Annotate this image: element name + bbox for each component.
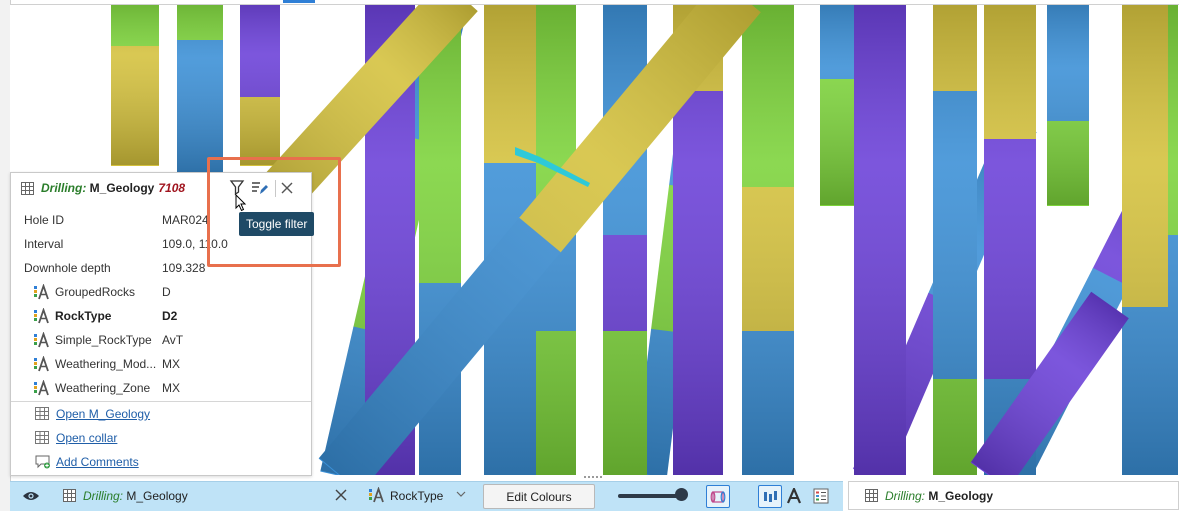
row-label: Hole ID (24, 213, 65, 227)
add-comments-link-row: Add Comments (11, 450, 311, 474)
drillhole-tube (111, 5, 159, 166)
row-value: D (162, 285, 171, 299)
active-tab-indicator (283, 0, 315, 3)
label-a-icon (786, 487, 802, 503)
colour-column-select[interactable]: RockType (390, 489, 443, 503)
comment-add-icon (35, 455, 50, 469)
row-value: AvT (162, 333, 184, 347)
row-grouped-rocks: GroupedRocks D (11, 280, 311, 304)
toggle-filter-tooltip: Toggle filter (239, 212, 315, 236)
object-name: M_Geology (126, 489, 188, 503)
open-collar-link[interactable]: Open collar (56, 431, 117, 445)
chevron-down-icon[interactable] (456, 491, 466, 497)
row-value: MAR024 (162, 213, 209, 227)
remove-from-scene-icon[interactable] (333, 487, 349, 503)
row-value: 109.328 (162, 261, 206, 275)
selected-object-name: Drilling: M_Geology (885, 489, 993, 503)
add-comments-link[interactable]: Add Comments (56, 455, 139, 469)
scene-object-name: Drilling: M_Geology (83, 489, 188, 503)
panel-title: Drilling: M_Geology 7108 (41, 181, 185, 195)
edit-colours-button[interactable]: Edit Colours (483, 484, 595, 509)
row-label: Simple_RockType (55, 333, 152, 347)
drillhole-lines-icon (764, 490, 777, 502)
row-label: RockType (55, 309, 112, 323)
cylinder-display-icon (710, 490, 726, 503)
category-column-icon (368, 488, 384, 503)
row-label: GroupedRocks (55, 285, 136, 299)
table-icon (35, 407, 49, 420)
category-column-icon (33, 309, 49, 324)
row-value: MX (162, 381, 180, 395)
category-column-icon (33, 285, 49, 300)
splitter-handle[interactable] (583, 475, 605, 479)
open-table-link[interactable]: Open M_Geology (56, 407, 150, 421)
table-icon (63, 489, 76, 502)
opacity-slider-thumb[interactable] (675, 488, 688, 501)
row-value: MX (162, 357, 180, 371)
table-icon (865, 489, 878, 502)
row-weathering-zone: Weathering_Zone MX (11, 376, 311, 400)
drillhole-tube (1047, 5, 1089, 206)
labels-button[interactable] (783, 485, 805, 506)
row-value: D2 (162, 309, 178, 323)
row-simple-rock-type: Simple_RockType AvT (11, 328, 311, 352)
slice-mode-button[interactable] (706, 485, 730, 508)
drillhole-tube (854, 5, 906, 475)
object-prefix: Drilling: (885, 489, 926, 503)
title-count: 7108 (158, 181, 186, 195)
drillhole-tube (742, 5, 794, 475)
title-prefix: Drilling: (41, 181, 87, 195)
legend-icon (813, 488, 829, 503)
display-mode-button[interactable] (758, 485, 782, 508)
row-label: Weathering_Zone (55, 381, 151, 395)
title-name: M_Geology (89, 181, 155, 195)
category-column-icon (33, 381, 49, 396)
drillhole-tube (1168, 5, 1178, 475)
row-weathering-mod: Weathering_Mod... MX (11, 352, 311, 376)
row-rock-type: RockType D2 (11, 304, 311, 328)
open-collar-link-row: Open collar (11, 426, 311, 450)
row-label: Downhole depth (24, 261, 111, 275)
table-icon (35, 431, 49, 444)
object-name: M_Geology (928, 489, 994, 503)
table-icon (21, 182, 34, 195)
drillhole-tube (1122, 5, 1174, 475)
row-label: Weathering_Mod... (55, 357, 157, 371)
drillhole-tube (933, 5, 977, 475)
legend-button[interactable] (810, 485, 832, 506)
category-column-icon (33, 333, 49, 348)
drillhole-tube (240, 5, 280, 166)
row-label: Interval (24, 237, 64, 251)
mouse-cursor-icon (235, 194, 247, 212)
open-table-link-row: Open M_Geology (11, 402, 311, 426)
object-prefix: Drilling: (83, 489, 124, 503)
drillhole-tube (177, 5, 223, 176)
category-column-icon (33, 357, 49, 372)
selected-object-bar: Drilling: M_Geology (848, 481, 1179, 510)
visibility-eye-icon[interactable] (22, 490, 40, 502)
scene-object-bar: Drilling: M_Geology RockType Edit Colour… (10, 481, 843, 511)
